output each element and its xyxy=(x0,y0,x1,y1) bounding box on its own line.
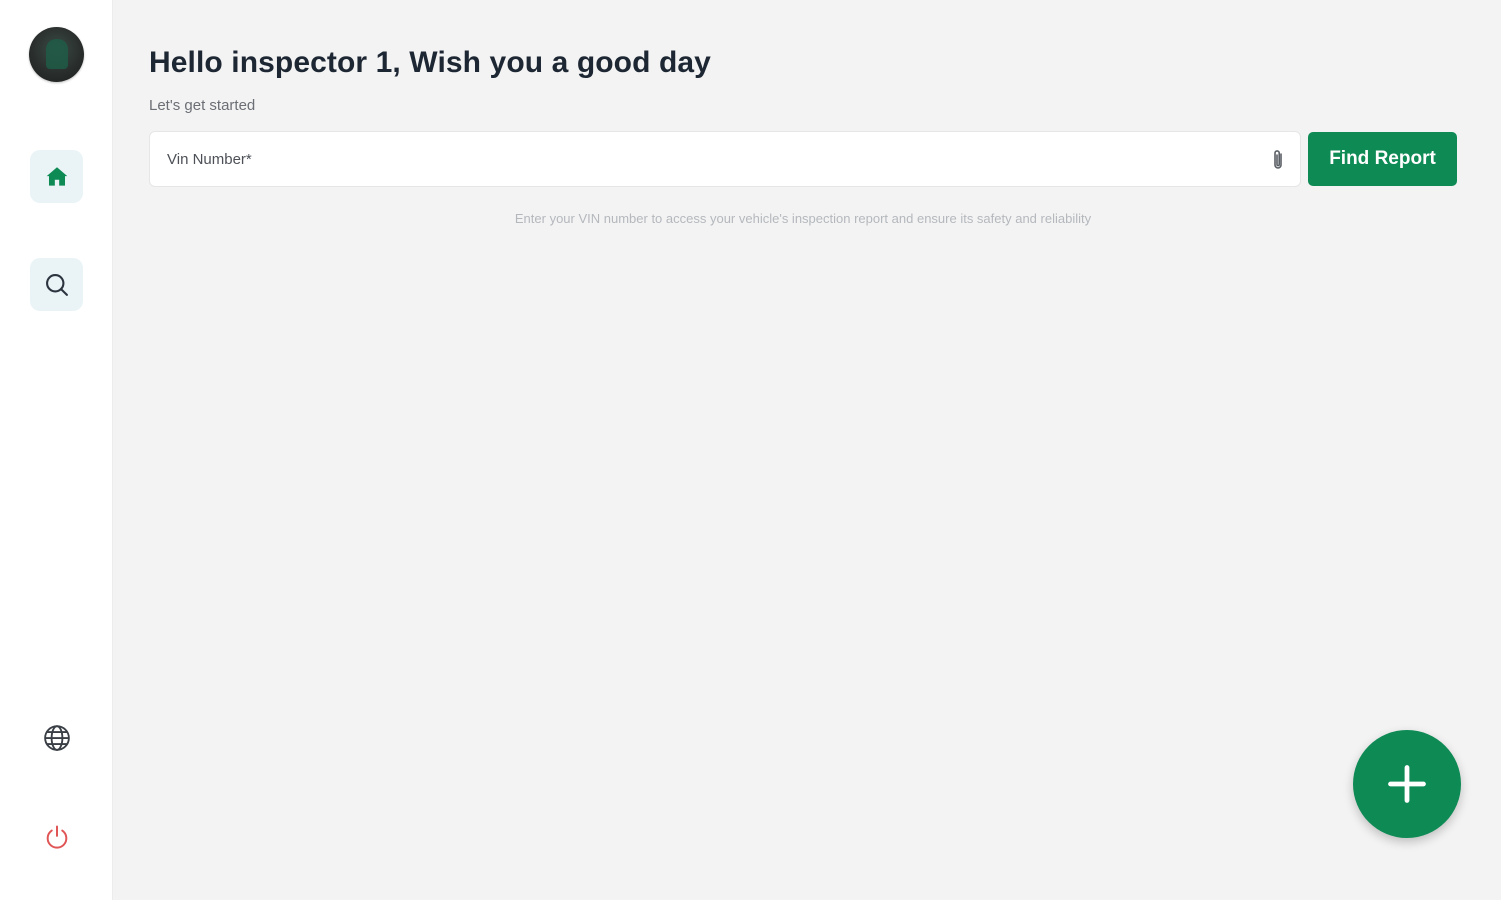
sidebar-item-search[interactable] xyxy=(30,258,83,311)
globe-icon xyxy=(44,725,70,751)
sidebar-item-home[interactable] xyxy=(30,150,83,203)
logout-button[interactable] xyxy=(38,818,76,856)
search-icon xyxy=(45,273,68,296)
home-icon xyxy=(46,166,67,186)
page-subtitle: Let's get started xyxy=(149,97,256,114)
vin-input[interactable] xyxy=(150,132,1300,186)
vin-search-field xyxy=(149,131,1301,187)
find-report-button[interactable]: Find Report xyxy=(1308,132,1457,186)
avatar-figure xyxy=(46,39,68,69)
plus-icon xyxy=(1388,765,1426,803)
app-root: Hello inspector 1, Wish you a good day L… xyxy=(0,0,1501,900)
paperclip-icon xyxy=(1274,150,1282,169)
sidebar xyxy=(0,0,113,900)
user-avatar[interactable] xyxy=(29,27,84,82)
page-title: Hello inspector 1, Wish you a good day xyxy=(149,46,711,79)
language-button[interactable] xyxy=(38,719,76,757)
attach-button[interactable] xyxy=(1268,146,1288,174)
vin-hint-text: Enter your VIN number to access your veh… xyxy=(514,211,1092,226)
add-button[interactable] xyxy=(1353,730,1461,838)
power-icon xyxy=(46,825,68,849)
